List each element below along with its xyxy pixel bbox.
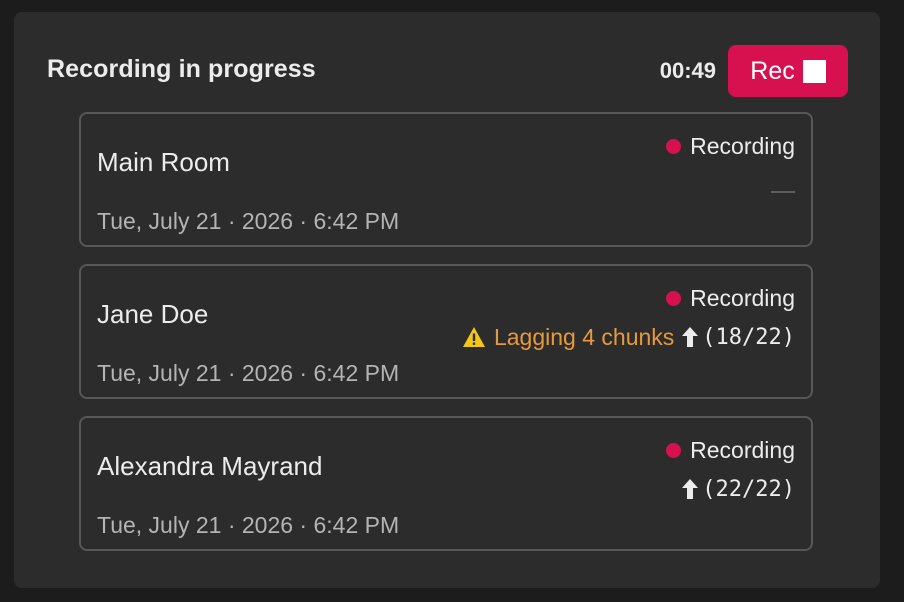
track-name: Jane Doe (97, 299, 209, 329)
track-status-label: Recording (690, 133, 795, 159)
recording-panel: Recording in progress 00:49 Rec Main Roo… (14, 12, 880, 588)
rec-button-label: Rec (750, 56, 795, 85)
track-name: Alexandra Mayrand (97, 451, 323, 481)
upload-status (771, 170, 795, 200)
track-item-main-room: Main Room Tue, July 21 · 2026 · 6:42 PM … (79, 112, 813, 247)
track-status: Recording (666, 437, 795, 464)
warning-icon (462, 327, 485, 347)
lagging-warning-text: Lagging 4 chunks (493, 323, 675, 350)
track-status: Recording (666, 285, 795, 312)
track-status-label: Recording (690, 285, 795, 311)
panel-header: Recording in progress 00:49 Rec (47, 45, 848, 97)
track-status-label: Recording (690, 437, 795, 463)
recording-timer: 00:49 (659, 58, 716, 83)
track-status: Recording (666, 133, 795, 160)
track-name: Main Room (97, 147, 230, 177)
panel-title: Recording in progress (47, 55, 316, 83)
track-date: Tue, July 21 · 2026 · 6:42 PM (97, 512, 400, 538)
recording-dot-icon (666, 291, 682, 306)
upload-status: Lagging 4 chunks (18/22) (462, 322, 795, 352)
stop-icon (802, 59, 826, 83)
upload-arrow-icon (682, 327, 699, 347)
upload-placeholder-dash (771, 191, 795, 193)
track-item-jane-doe: Jane Doe Tue, July 21 · 2026 · 6:42 PM R… (79, 264, 813, 399)
recording-dot-icon (666, 443, 682, 458)
stop-recording-button[interactable]: Rec (728, 45, 848, 97)
track-item-alexandra-mayrand: Alexandra Mayrand Tue, July 21 · 2026 · … (79, 416, 813, 551)
upload-progress: (18/22) (702, 324, 795, 350)
recording-dot-icon (666, 139, 682, 154)
track-date: Tue, July 21 · 2026 · 6:42 PM (97, 360, 400, 386)
track-date: Tue, July 21 · 2026 · 6:42 PM (97, 208, 400, 234)
upload-status: (22/22) (682, 474, 795, 504)
upload-progress: (22/22) (702, 476, 795, 502)
upload-arrow-icon (682, 479, 699, 499)
